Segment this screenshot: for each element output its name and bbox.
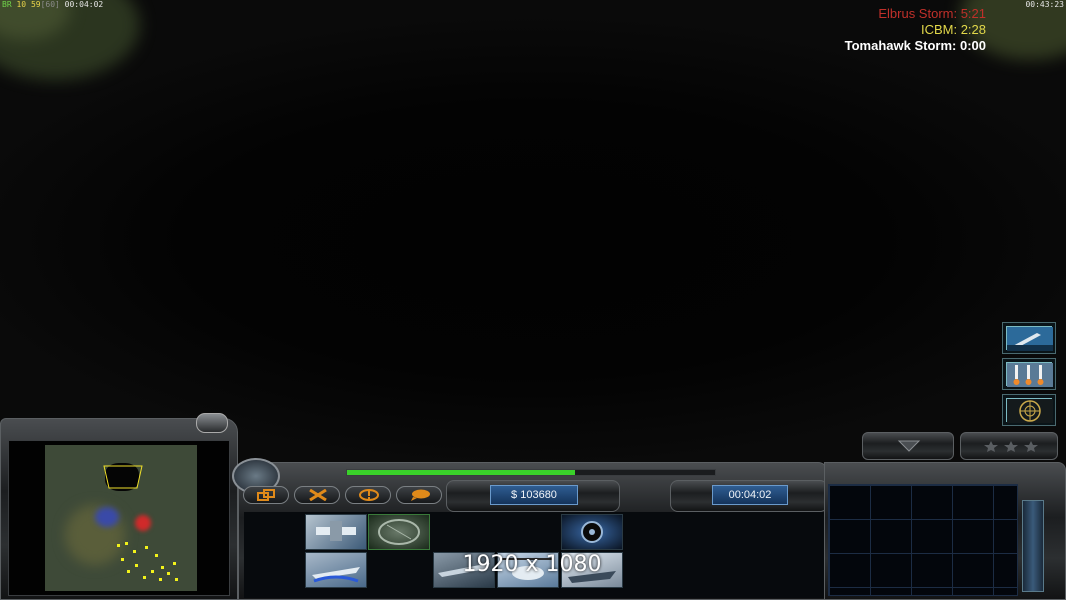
chat-icon: [411, 489, 430, 501]
timer-tomahawk-storm: Tomahawk Storm: 0:00: [844, 38, 986, 53]
chevron-down-icon: [897, 440, 921, 452]
aircraft-icon: [312, 567, 360, 583]
minimap-enemy: [135, 515, 151, 531]
power-meter: [346, 469, 716, 476]
rank-stars-icon: [984, 441, 1038, 452]
minimap-units: [95, 528, 185, 585]
sensor-icon: [581, 521, 603, 543]
build-item-aircraft[interactable]: [305, 552, 367, 588]
debug-prefix: BR: [2, 0, 12, 9]
build-item-radar-dish[interactable]: [368, 514, 430, 550]
timer-icbm: ICBM: 2:28: [920, 22, 986, 37]
time-readout: 00:04:02: [712, 485, 788, 505]
missile-launch-icon: [1006, 326, 1053, 351]
debug-readout: BR 10 59[60] 00:04:02: [2, 0, 103, 9]
rank-button[interactable]: [960, 432, 1058, 460]
power-meter-fill: [347, 470, 576, 475]
build-item-sensor[interactable]: [561, 514, 623, 550]
resolution-overlay: 1920 x 1080: [462, 552, 602, 577]
power-button-barrage[interactable]: [1002, 358, 1056, 390]
repair-button[interactable]: [294, 486, 340, 504]
radar-scan-icon: [1006, 398, 1053, 423]
chat-button[interactable]: [396, 486, 442, 504]
satellite-icon: [316, 521, 356, 541]
minimap-water: [95, 507, 119, 527]
debug-value-b: 59: [30, 0, 41, 9]
timer-elbrus-storm: Elbrus Storm: 5:21: [878, 6, 986, 21]
repair-icon: [309, 489, 327, 501]
frame-knob: [196, 413, 228, 433]
debug-value-a: 10: [16, 0, 27, 9]
power-button-missile[interactable]: [1002, 322, 1056, 354]
options-icon: [257, 489, 275, 501]
power-button-radar[interactable]: [1002, 394, 1056, 426]
minimap[interactable]: [8, 440, 230, 596]
radar-dish-icon: [378, 519, 420, 545]
rocket-barrage-icon: [1006, 362, 1053, 387]
minimap-terrain: [45, 445, 197, 591]
minimap-viewport: [103, 465, 143, 489]
build-item-satellite[interactable]: [305, 514, 367, 550]
money-readout: $ 103680: [490, 485, 578, 505]
sell-button[interactable]: [862, 432, 954, 460]
panel-scrollbar[interactable]: [1022, 500, 1044, 592]
alert-button[interactable]: [345, 486, 391, 504]
alert-icon: [359, 489, 379, 501]
game-clock: 00:43:23: [1025, 0, 1064, 9]
unit-info-grid: [828, 484, 1018, 596]
debug-time: 00:04:02: [64, 0, 104, 9]
debug-value-c: [60]: [40, 0, 60, 9]
options-button[interactable]: [243, 486, 289, 504]
